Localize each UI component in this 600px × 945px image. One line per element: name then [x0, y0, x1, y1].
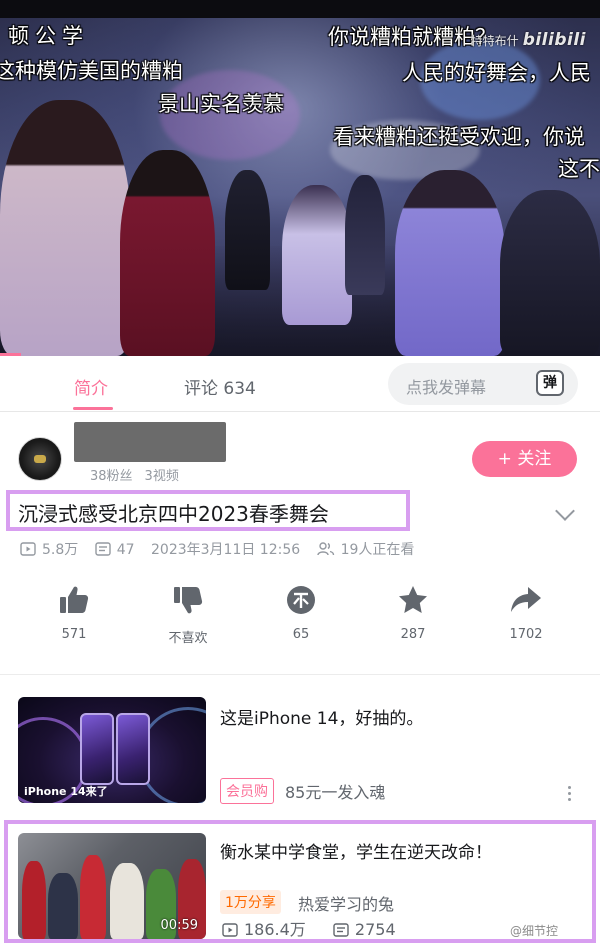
bilibili-logo: bilibili	[522, 30, 586, 50]
view-count: 5.8万	[42, 542, 79, 558]
phone-graphic	[80, 713, 114, 785]
chevron-down-icon[interactable]	[555, 501, 575, 521]
video-player[interactable]: 顿公学 这种模仿美国的糟粕 景山实名羡慕 你说糟粕就糟粕？ 人民的好舞会，人民 …	[0, 0, 600, 356]
watching-people-icon	[316, 542, 334, 556]
phone-graphic	[116, 713, 150, 785]
publish-date: 2023年3月11日 12:56	[151, 542, 301, 558]
danmaku-count: 47	[116, 541, 135, 558]
dancer-figure	[395, 170, 505, 356]
uploader-avatar[interactable]	[18, 437, 62, 481]
video-meta: 5.8万 47 2023年3月11日 12:56 19人正在看	[20, 539, 426, 559]
dancer-figure	[225, 170, 270, 290]
section-divider	[0, 674, 600, 675]
watching-count: 19人正在看	[340, 542, 415, 558]
uploader-videos: 3视频	[144, 469, 179, 484]
recommendation-title[interactable]: 这是iPhone 14，好抽的。	[220, 704, 423, 729]
favorite-count: 287	[400, 627, 426, 642]
uploader-name-redacted[interactable]	[74, 422, 226, 462]
recommendation-thumbnail[interactable]: iPhone 14来了	[18, 697, 206, 803]
share-arrow-icon	[511, 587, 541, 612]
coin-count: 65	[292, 627, 310, 642]
thumbnail-caption: iPhone 14来了	[24, 785, 108, 798]
danmaku-send-icon[interactable]: 弹	[536, 370, 564, 396]
thumbs-up-icon	[60, 586, 89, 613]
danmaku-comment: 这种模仿美国的糟粕	[0, 59, 183, 83]
recommendation-highlight-box	[4, 820, 596, 943]
tab-comments[interactable]: 评论 634	[184, 374, 256, 399]
danmaku-comment: 这不	[558, 157, 600, 181]
danmaku-count-icon	[95, 541, 111, 556]
coin-button[interactable]: 65	[261, 584, 341, 642]
weibo-watermark: @细节控	[510, 924, 559, 938]
danmaku-comment: 看来糟粕还挺受欢迎，你说	[333, 125, 585, 149]
share-count: 1702	[509, 627, 543, 642]
member-shop-badge: 会员购	[220, 778, 274, 804]
dancer-figure	[0, 100, 130, 356]
danmaku-input-placeholder: 点我发弹幕	[406, 378, 487, 397]
danmaku-input[interactable]: 点我发弹幕 弹	[388, 363, 578, 405]
favorite-button[interactable]: 287	[373, 584, 453, 642]
dancer-figure	[282, 185, 352, 325]
star-icon	[399, 586, 427, 613]
watermark-prefix: 特特布什	[470, 34, 519, 48]
share-button[interactable]: 1702	[486, 584, 566, 642]
dancer-figure	[500, 190, 600, 356]
like-count: 571	[61, 627, 87, 642]
recommendation-subtitle: 85元一发入魂	[285, 783, 386, 802]
danmaku-comment: 顿公学	[8, 24, 89, 48]
dislike-label: 不喜欢	[168, 631, 208, 646]
danmaku-comment: 人民的好舞会，人民	[402, 61, 591, 85]
video-title: 沉浸式感受北京四中2023春季舞会	[18, 502, 329, 526]
bilibili-watermark: 特特布什 bilibili	[471, 30, 586, 50]
tab-intro[interactable]: 简介	[74, 374, 108, 399]
top-black-bar	[0, 0, 600, 18]
more-options-icon[interactable]	[568, 786, 572, 804]
uploader-fans: 38粉丝	[90, 469, 133, 484]
dislike-button[interactable]: 不喜欢	[148, 584, 228, 646]
uploader-stats: 38粉丝 3视频	[90, 465, 191, 484]
thumbs-down-icon	[174, 587, 203, 614]
play-count-icon	[20, 542, 36, 556]
dancer-figure	[345, 175, 385, 295]
dancer-figure	[120, 150, 215, 356]
danmaku-comment: 景山实名羡慕	[158, 92, 284, 116]
follow-button[interactable]: + 关注	[472, 441, 577, 477]
active-tab-indicator	[73, 407, 113, 410]
coin-icon	[287, 586, 315, 614]
like-button[interactable]: 571	[34, 584, 114, 642]
